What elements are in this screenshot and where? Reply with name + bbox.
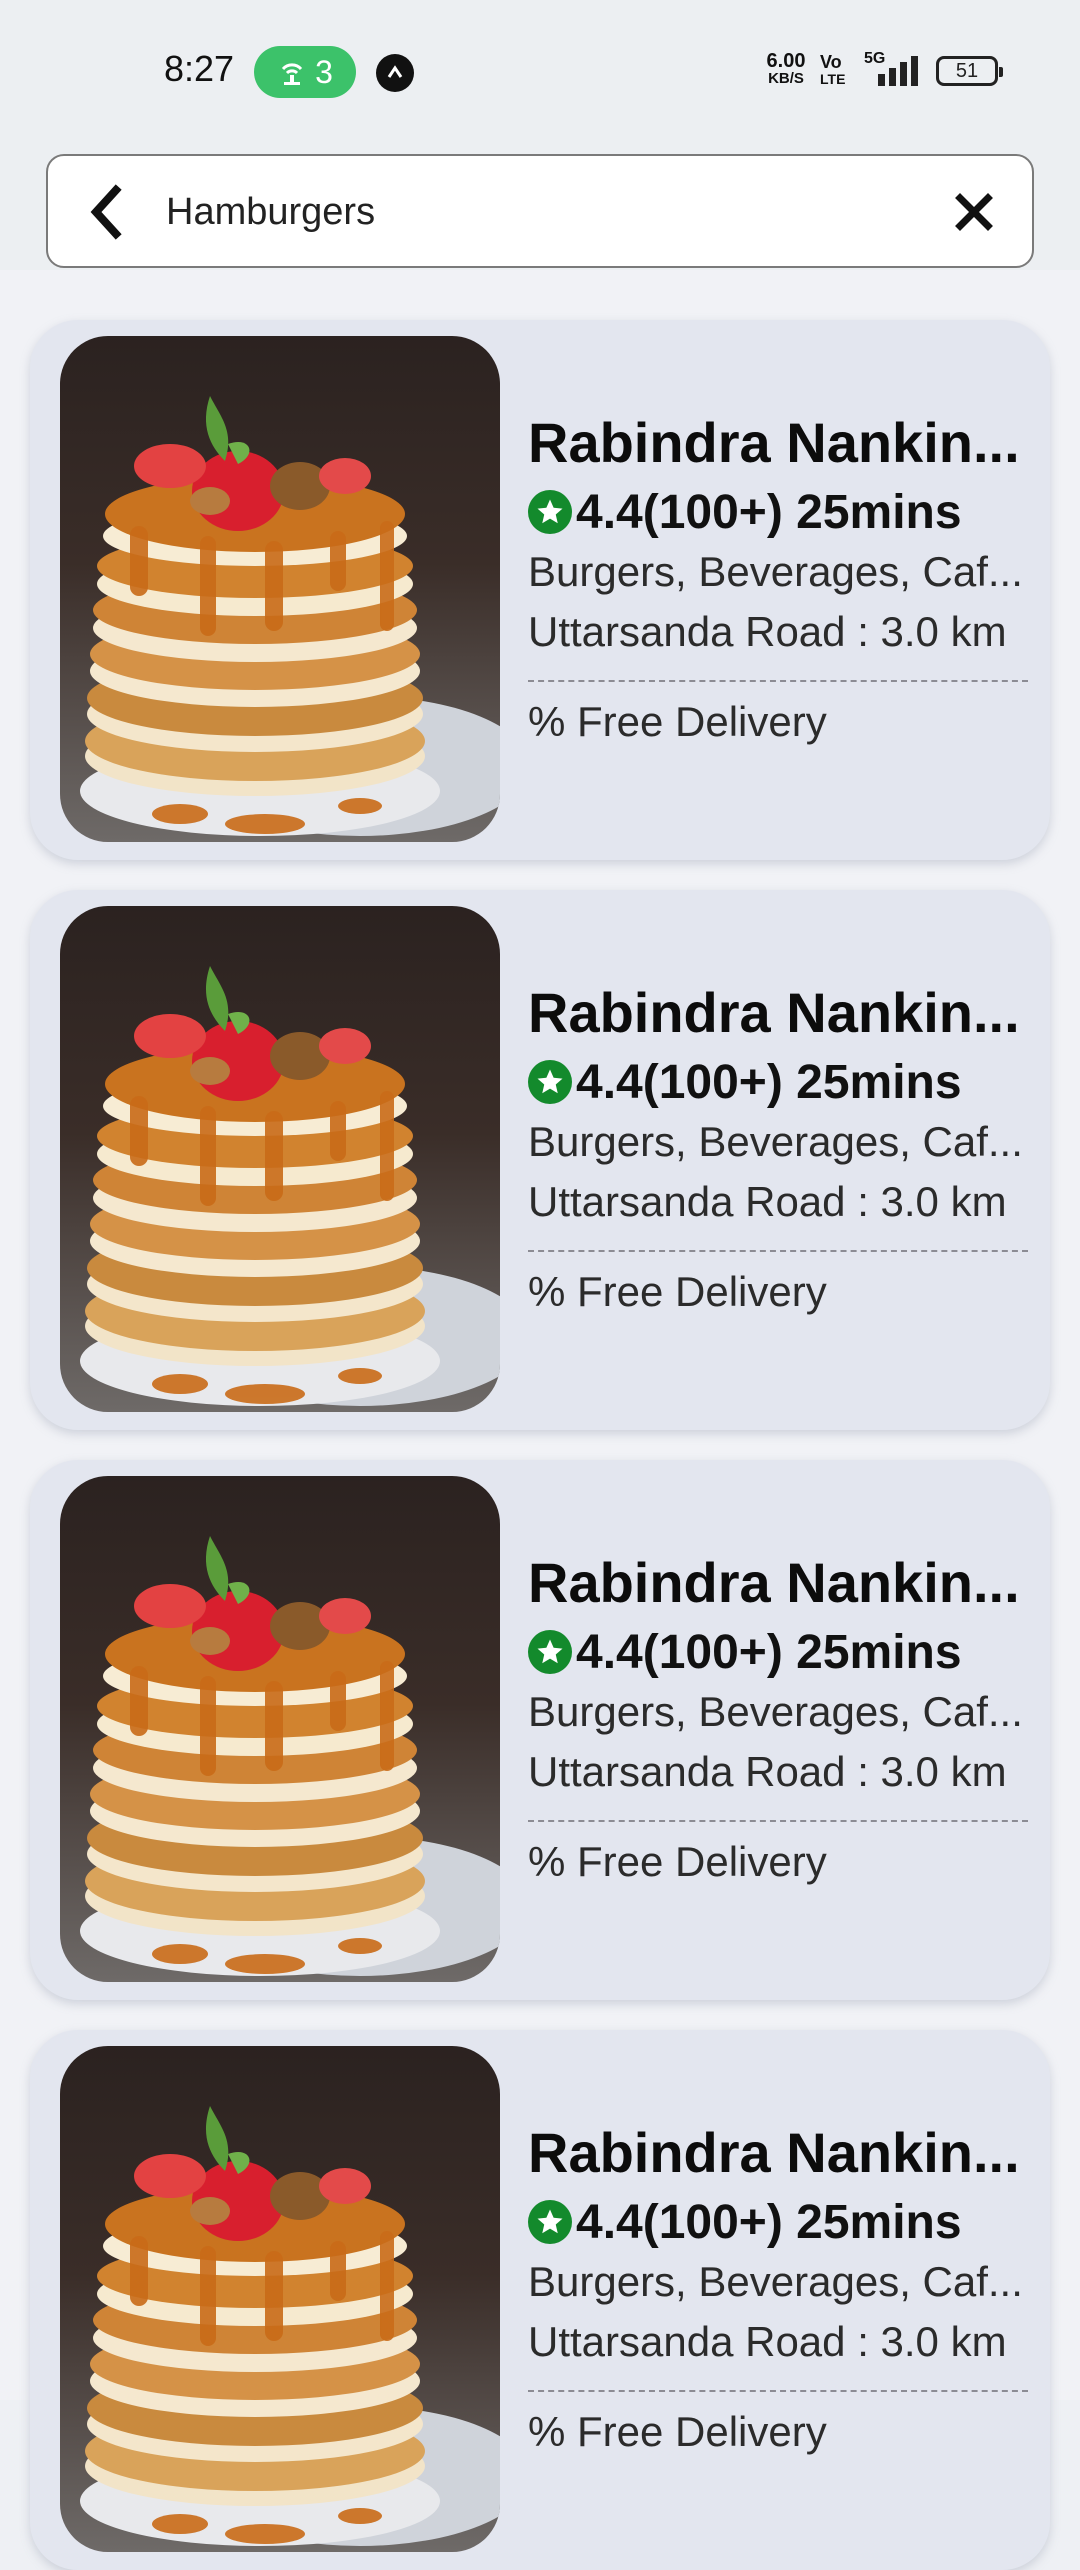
pancake-image [60, 336, 500, 842]
clear-search-button[interactable] [946, 184, 1002, 240]
restaurant-image [60, 336, 500, 842]
offer-text: % Free Delivery [528, 1838, 827, 1885]
rating-text: 4.4(100+) 25mins [576, 485, 962, 539]
restaurant-image [60, 2046, 500, 2552]
restaurant-card[interactable]: Rabindra Nankin... 4.4(100+) 25mins Burg… [30, 890, 1050, 1430]
signal-icon: 5G [860, 50, 926, 95]
battery-level: 51 [955, 59, 979, 82]
restaurant-name: Rabindra Nankin... [528, 411, 1020, 474]
rating-text: 4.4(100+) 25mins [576, 1055, 962, 1109]
volte-top: Vo [820, 52, 842, 72]
search-bar[interactable] [46, 154, 1034, 268]
network-speed-value: 6.00 [766, 50, 806, 72]
divider [528, 1820, 1028, 1822]
divider [528, 680, 1028, 682]
restaurant-card[interactable]: Rabindra Nankin... 4.4(100+) 25mins Burg… [30, 1460, 1050, 2000]
restaurant-image [60, 906, 500, 1412]
rating-row: 4.4(100+) 25mins [528, 1622, 1028, 1682]
network-speed-unit: KB/S [768, 70, 804, 87]
restaurant-card[interactable]: Rabindra Nankin... 4.4(100+) 25mins Burg… [30, 2030, 1050, 2570]
cuisines: Burgers, Beverages, Caf... [528, 548, 1023, 595]
hotspot-icon [281, 63, 303, 85]
network-type: 5G [864, 50, 886, 67]
divider [528, 1250, 1028, 1252]
volte-bottom: LTE [820, 71, 846, 87]
status-time: 8:27 [164, 48, 235, 89]
offer-text: % Free Delivery [528, 698, 827, 745]
pancake-image [60, 906, 500, 1412]
status-bar: 8:27 3 6.00 KB/S Vo LTE 5G 51 [0, 0, 1080, 140]
hotspot-indicator: 3 [254, 46, 356, 98]
search-input[interactable] [166, 180, 866, 244]
restaurant-name: Rabindra Nankin... [528, 1551, 1020, 1614]
address: Uttarsanda Road : 3.0 km [528, 1748, 1007, 1795]
address: Uttarsanda Road : 3.0 km [528, 2318, 1007, 2365]
cuisines: Burgers, Beverages, Caf... [528, 1118, 1023, 1165]
divider [528, 2390, 1028, 2392]
volte-indicator: Vo LTE [820, 52, 846, 88]
pancake-image [60, 1476, 500, 1982]
close-icon [955, 193, 993, 231]
rating-text: 4.4(100+) 25mins [576, 1625, 962, 1679]
rating-row: 4.4(100+) 25mins [528, 1052, 1028, 1112]
rating-row: 4.4(100+) 25mins [528, 2192, 1028, 2252]
restaurant-name: Rabindra Nankin... [528, 2121, 1020, 2184]
chevron-left-icon [90, 184, 122, 240]
restaurant-list[interactable]: Rabindra Nankin... 4.4(100+) 25mins Burg… [0, 270, 1080, 2570]
offer-text: % Free Delivery [528, 1268, 827, 1315]
restaurant-image [60, 1476, 500, 1982]
back-button[interactable] [76, 182, 136, 242]
offer-text: % Free Delivery [528, 2408, 827, 2455]
star-icon [528, 2200, 572, 2244]
cuisines: Burgers, Beverages, Caf... [528, 2258, 1023, 2305]
address: Uttarsanda Road : 3.0 km [528, 608, 1007, 655]
star-icon [528, 490, 572, 534]
network-speed: 6.00 KB/S [756, 50, 816, 88]
rating-text: 4.4(100+) 25mins [576, 2195, 962, 2249]
address: Uttarsanda Road : 3.0 km [528, 1178, 1007, 1225]
cuisines: Burgers, Beverages, Caf... [528, 1688, 1023, 1735]
rating-row: 4.4(100+) 25mins [528, 482, 1028, 542]
star-icon [528, 1630, 572, 1674]
pancake-image [60, 2046, 500, 2552]
battery-icon: 51 [936, 56, 1003, 86]
restaurant-name: Rabindra Nankin... [528, 981, 1020, 1044]
app-notification-icon [376, 54, 414, 92]
restaurant-card[interactable]: Rabindra Nankin... 4.4(100+) 25mins Burg… [30, 320, 1050, 860]
star-icon [528, 1060, 572, 1104]
hotspot-count: 3 [315, 53, 333, 90]
